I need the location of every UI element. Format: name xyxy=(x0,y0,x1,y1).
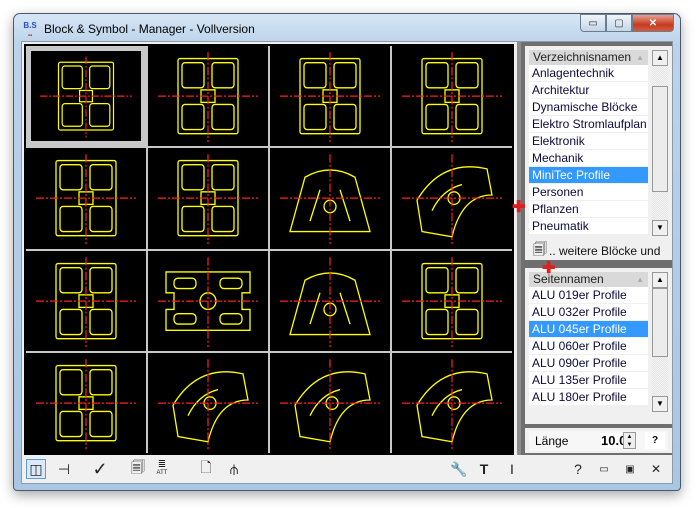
pin-icon[interactable]: ⊣ xyxy=(54,459,74,479)
maximize-button[interactable]: ▢ xyxy=(606,14,632,32)
close-icon[interactable]: ✕ xyxy=(646,459,666,479)
title-bar: B.S ▪▪ Block & Symbol - Manager - Vollver… xyxy=(22,20,255,39)
new-document-icon[interactable]: 🗋 xyxy=(196,459,216,479)
restore-icon[interactable]: ▣ xyxy=(620,459,640,479)
profile-drawing xyxy=(158,52,258,143)
horizontal-resize-handle[interactable]: ✚ xyxy=(512,197,525,217)
symbol-cell[interactable] xyxy=(148,352,268,453)
symbol-cell[interactable] xyxy=(270,352,390,453)
directory-panel: Verzeichnisnamen AnlagentechnikArchitekt… xyxy=(525,46,672,260)
vertical-resize-handle[interactable]: ✚ xyxy=(542,258,555,278)
window-title: Block & Symbol - Manager - Vollversion xyxy=(44,22,255,36)
length-stepper[interactable]: ▲ ▼ xyxy=(623,432,636,449)
length-input[interactable]: 10.0 xyxy=(601,433,623,448)
profile-drawing xyxy=(280,256,380,347)
list-item[interactable]: Elektronik xyxy=(529,133,648,150)
check-icon[interactable]: ✓ xyxy=(90,459,110,479)
list-item[interactable]: MiniTec Profile xyxy=(529,167,648,184)
profile-drawing xyxy=(402,256,502,347)
scroll-down-button[interactable]: ▼ xyxy=(652,396,668,412)
minimize-button[interactable]: ▭ xyxy=(580,14,606,32)
bottom-toolbar: ◫ ⊣ ✓ 🗐 ≣ ATT 🗋 ⫛ 🔧 T I ? ▭ ▣ ✕ xyxy=(24,457,670,482)
list-item[interactable]: ALU 090er Profile xyxy=(529,355,648,372)
cursor-icon[interactable]: I xyxy=(502,459,522,479)
list-item[interactable]: ALU 045er Profile xyxy=(529,321,648,338)
brush-icon[interactable]: ⫛ xyxy=(224,459,244,479)
list-item[interactable]: Personen xyxy=(529,184,648,201)
symbol-cell[interactable] xyxy=(392,148,512,249)
profile-drawing xyxy=(36,154,136,245)
profile-drawing xyxy=(158,256,258,347)
profile-drawing xyxy=(402,359,502,449)
length-panel: Länge 10.0 ▲ ▼ ? xyxy=(525,428,672,453)
length-help-button[interactable]: ? xyxy=(645,432,665,449)
scroll-up-button[interactable]: ▲ xyxy=(652,50,668,66)
symbol-cell[interactable] xyxy=(270,250,390,351)
page-panel: Seitennamen ALU 019er ProfileALU 032er P… xyxy=(525,268,672,424)
app-logo-icon: B.S ▪▪ xyxy=(23,21,37,39)
symbol-cell[interactable] xyxy=(392,46,512,147)
list-item[interactable]: ALU 060er Profile xyxy=(529,338,648,355)
list-item[interactable]: Pneumatik xyxy=(529,218,648,235)
wrench-icon[interactable]: 🔧 xyxy=(449,459,469,479)
help-icon[interactable]: ? xyxy=(568,459,588,479)
list-item[interactable]: Mechanik xyxy=(529,150,648,167)
symbol-cell[interactable] xyxy=(148,250,268,351)
profile-drawing xyxy=(40,56,132,138)
symbol-cell[interactable] xyxy=(270,46,390,147)
symbol-cell[interactable] xyxy=(26,46,146,147)
minimize-icon[interactable]: ▭ xyxy=(594,459,614,479)
profile-drawing xyxy=(36,256,136,347)
list-item[interactable]: ALU 032er Profile xyxy=(529,304,648,321)
list-item[interactable]: Architektur xyxy=(529,82,648,99)
list-item[interactable]: Anlagentechnik xyxy=(529,65,648,82)
directory-scrollbar[interactable]: ▲ ▼ xyxy=(652,50,668,236)
panel-toggle-icon[interactable]: ◫ xyxy=(26,459,46,479)
attribute-icon[interactable]: ≣ ATT xyxy=(152,459,172,479)
directory-list[interactable]: Verzeichnisnamen AnlagentechnikArchitekt… xyxy=(529,50,648,235)
list-item[interactable]: Pflanzen xyxy=(529,201,648,218)
scroll-up-button[interactable]: ▲ xyxy=(652,272,668,288)
scroll-thumb[interactable] xyxy=(652,86,668,192)
profile-drawing xyxy=(158,154,258,245)
profile-drawing xyxy=(402,154,502,245)
symbol-cell[interactable] xyxy=(148,46,268,147)
text-icon[interactable]: T xyxy=(474,459,494,479)
symbol-cell[interactable] xyxy=(26,250,146,351)
profile-drawing xyxy=(280,359,380,449)
symbol-cell[interactable] xyxy=(26,352,146,453)
list-item[interactable]: Elektro Stromlaufplan xyxy=(529,116,648,133)
symbol-cell[interactable] xyxy=(392,352,512,453)
profile-drawing xyxy=(158,359,258,449)
symbol-grid xyxy=(24,44,514,455)
more-blocks-label: .. weitere Blöcke und xyxy=(549,244,661,258)
scroll-down-button[interactable]: ▼ xyxy=(652,220,668,236)
list-item[interactable]: ALU 135er Profile xyxy=(529,372,648,389)
symbol-cell[interactable] xyxy=(148,148,268,249)
symbol-cell[interactable] xyxy=(392,250,512,351)
directory-list-header[interactable]: Verzeichnisnamen xyxy=(529,50,648,65)
scroll-thumb[interactable] xyxy=(652,288,668,357)
close-button[interactable]: ✕ xyxy=(632,14,674,32)
profile-drawing xyxy=(280,154,380,245)
main-window: B.S ▪▪ Block & Symbol - Manager - Vollver… xyxy=(13,13,681,491)
symbol-cell[interactable] xyxy=(270,148,390,249)
profile-drawing xyxy=(402,52,502,143)
list-item[interactable]: ALU 180er Profile xyxy=(529,389,648,406)
profile-drawing xyxy=(280,52,380,143)
symbol-cell[interactable] xyxy=(26,148,146,249)
page-scrollbar[interactable]: ▲ ▼ xyxy=(652,272,668,412)
list-item[interactable]: ALU 019er Profile xyxy=(529,287,648,304)
list-item[interactable]: Dynamische Blöcke xyxy=(529,99,648,116)
side-panel: Verzeichnisnamen AnlagentechnikArchitekt… xyxy=(517,42,672,455)
page-list[interactable]: Seitennamen ALU 019er ProfileALU 032er P… xyxy=(529,272,648,406)
block-list-icon[interactable]: 🗐 xyxy=(128,459,148,479)
length-label: Länge xyxy=(535,434,569,448)
profile-drawing xyxy=(36,359,136,449)
